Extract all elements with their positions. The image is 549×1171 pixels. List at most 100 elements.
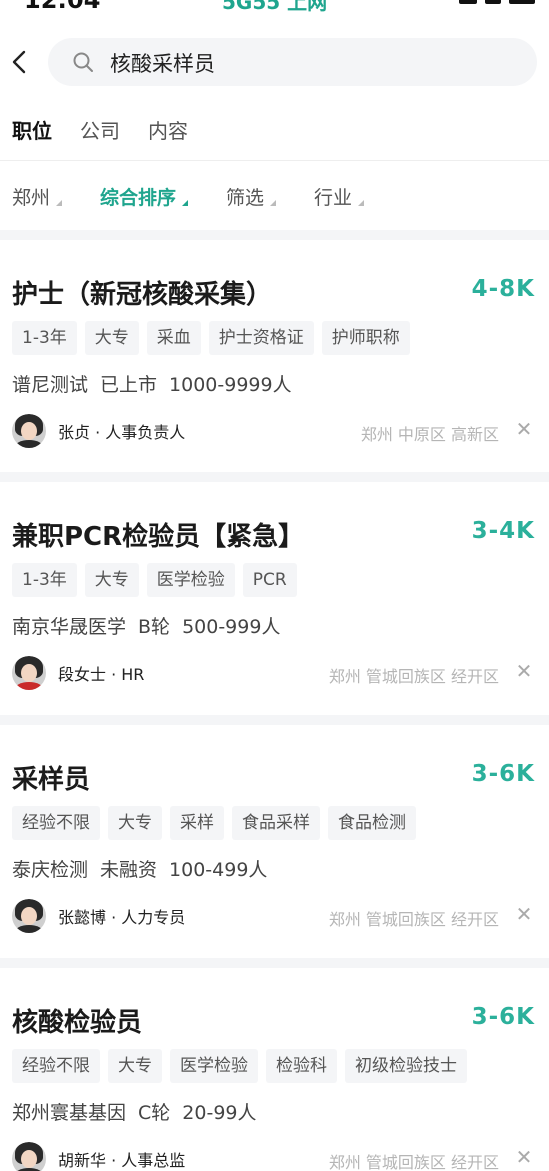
job-title: 采样员 [12,765,91,795]
job-location: 郑州 管城回族区 经开区 [328,1153,499,1171]
job-title: 兼职PCR检验员【紧急】 [12,522,305,552]
avatar-body [15,925,43,933]
job-tags: 经验不限 大专 医学检验 检验科 初级检验技士 [12,1049,467,1083]
chevron-left-icon [12,50,26,74]
card-separator [0,958,549,968]
company-size: 20-99人 [182,1102,257,1124]
recruiter: 胡新华 · 人事总监 [12,1142,185,1171]
job-tag: 采血 [146,321,201,355]
company-name: 谱尼测试 [12,374,89,396]
dropdown-triangle-icon [182,200,189,206]
recruiter: 张贞 · 人事负责人 [12,414,185,448]
search-query: 核酸采样员 [110,52,215,76]
avatar-body [15,682,43,690]
avatar [12,899,46,933]
job-card[interactable]: 护士（新冠核酸采集） 4-8K 1-3年 大专 采血 护士资格证 护师职称 谱尼测试 已上… [0,240,549,480]
close-icon[interactable]: ✕ [513,1145,535,1169]
divider [0,160,549,161]
job-title: 核酸检验员 [12,1008,143,1038]
job-salary: 3-6K [471,761,535,787]
card-separator [0,715,549,725]
company-size: 1000-9999人 [169,374,292,396]
company-stage: 已上市 [100,374,158,396]
tab-content[interactable]: 内容 [148,115,188,144]
status-icons [459,0,535,4]
close-icon[interactable]: ✕ [513,659,535,683]
search-row: 核酸采样员 [0,38,549,86]
recruiter-name: 段女士 · HR [58,665,145,684]
avatar-face [21,664,37,682]
job-title: 护士（新冠核酸采集） [12,280,273,310]
job-tag: 1-3年 [12,321,77,355]
company-stage: C轮 [138,1102,171,1124]
close-icon[interactable]: ✕ [513,417,535,441]
job-salary: 3-6K [471,1004,535,1030]
signal-icon [459,0,477,4]
job-tag: 护士资格证 [208,321,314,355]
wifi-icon [485,0,501,4]
avatar-face [21,1150,37,1168]
status-bar: 12:04 5G55 上网 [0,0,549,14]
recruiter-name: 张懿博 · 人力专员 [58,908,186,927]
filter-screen[interactable]: 筛选 [226,183,277,210]
filter-industry-label: 行业 [314,187,353,209]
job-company-info: 南京华晟医学 B轮 500-999人 [12,612,292,639]
filter-bar: 郑州 综合排序 筛选 行业 [12,183,402,210]
filter-sort-label: 综合排序 [100,187,177,209]
filter-sort[interactable]: 综合排序 [100,183,189,210]
recruiter-name: 胡新华 · 人事总监 [58,1151,186,1170]
job-tag: 检验科 [266,1049,337,1083]
job-tags: 1-3年 大专 采血 护士资格证 护师职称 [12,321,410,355]
job-tag: 食品检测 [328,806,416,840]
tab-companies[interactable]: 公司 [80,115,120,144]
dropdown-triangle-icon [358,200,365,206]
filter-city[interactable]: 郑州 [12,183,63,210]
job-card[interactable]: 采样员 3-6K 经验不限 大专 采样 食品采样 食品检测 泰庆检测 未融资 100-499… [0,725,549,965]
company-size: 500-999人 [182,616,281,638]
filter-city-label: 郑州 [12,187,51,209]
job-tag: 经验不限 [12,806,100,840]
job-card[interactable]: 核酸检验员 3-6K 经验不限 大专 医学检验 检验科 初级检验技士 郑州寰基基因 C轮 2… [0,968,549,1171]
search-icon [73,52,93,72]
dropdown-triangle-icon [270,200,277,206]
job-location: 郑州 中原区 高新区 [360,425,499,444]
dropdown-triangle-icon [56,200,63,206]
job-company-info: 泰庆检测 未融资 100-499人 [12,855,279,882]
job-tags: 经验不限 大专 采样 食品采样 食品检测 [12,806,416,840]
recruiter: 张懿博 · 人力专员 [12,899,185,933]
job-salary: 3-4K [471,518,535,544]
job-tag: 大专 [108,1049,162,1083]
job-tag: 经验不限 [12,1049,100,1083]
job-tag: 大专 [84,321,139,355]
job-location: 郑州 管城回族区 经开区 [328,667,499,686]
job-company-info: 郑州寰基基因 C轮 20-99人 [12,1098,269,1125]
job-tag: 大专 [108,806,162,840]
avatar [12,656,46,690]
company-stage: 未融资 [100,859,158,881]
job-tag: 1-3年 [12,563,77,597]
result-tabs: 职位 公司 内容 [12,115,188,144]
filter-screen-label: 筛选 [226,187,265,209]
job-tag: 大专 [84,563,139,597]
close-icon[interactable]: ✕ [513,902,535,926]
job-tag: 食品采样 [232,806,320,840]
job-tags: 1-3年 大专 医学检验 PCR [12,563,297,597]
back-button[interactable] [6,44,36,80]
job-company-info: 谱尼测试 已上市 1000-9999人 [12,370,304,397]
company-name: 郑州寰基基因 [12,1102,127,1124]
job-tag: 护师职称 [321,321,410,355]
job-card[interactable]: 兼职PCR检验员【紧急】 3-4K 1-3年 大专 医学检验 PCR 南京华晟医学 B轮… [0,482,549,722]
tab-jobs[interactable]: 职位 [12,115,52,144]
avatar-body [15,440,43,448]
avatar-face [21,422,37,440]
filter-industry[interactable]: 行业 [314,183,365,210]
job-tag: 医学检验 [170,1049,258,1083]
job-tag: 医学检验 [146,563,235,597]
company-size: 100-499人 [169,859,268,881]
job-tag: 采样 [170,806,224,840]
search-input[interactable]: 核酸采样员 [48,38,537,86]
avatar [12,414,46,448]
avatar [12,1142,46,1171]
card-separator [0,230,549,240]
job-salary: 4-8K [471,276,535,302]
